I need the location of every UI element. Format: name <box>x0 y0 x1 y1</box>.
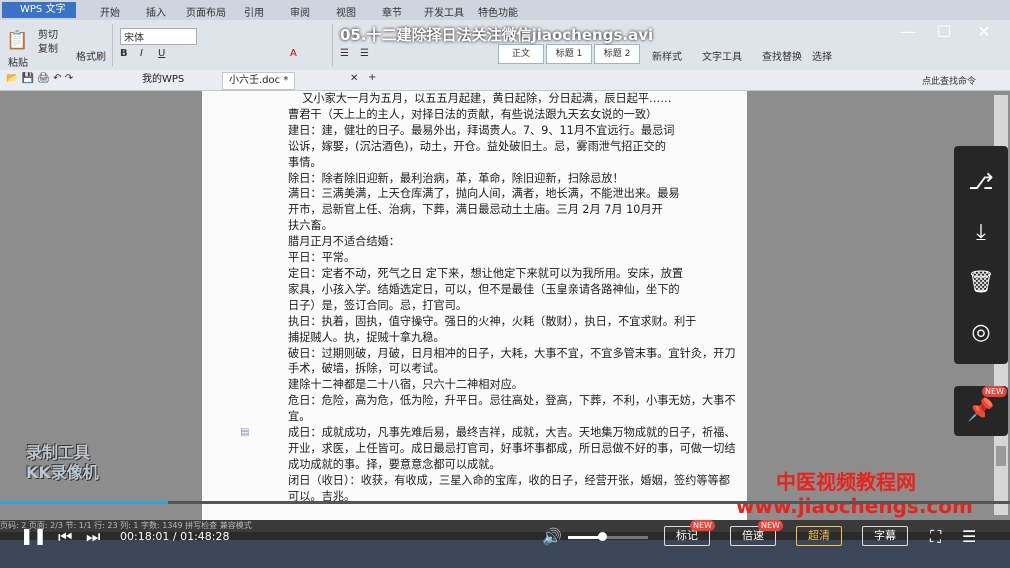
next-icon[interactable]: ⏭ <box>86 527 100 547</box>
align-left-icon[interactable]: ☰ <box>340 48 349 59</box>
document-line: 开市，忌新官上任、治病，下葬，满日最忌动土土庙。三月 2月 7月 10月开 <box>288 203 663 217</box>
menu-bar: WPS 文字 开始 插入 页面布局 引用 审阅 视图 章节 开发工具 特色功能 <box>0 0 1010 20</box>
paste-icon[interactable]: 📋 <box>6 30 28 51</box>
document-line: 闭日（收日）：收获，有收成，三星入命的宝库，收的日子，经营开张，婚姻，签约等等都 <box>288 473 730 487</box>
document-line: 满日：三满美满，上天仓库满了，抛向人间，满者，地长满，不能泄出来。最易 <box>288 187 680 201</box>
download-icon[interactable]: ⤓ <box>954 218 1008 248</box>
document-line: 曹君干（天上上的主人，对择日法的贡献，有些说法跟九天玄女说的一致） <box>288 107 658 121</box>
windows-taskbar <box>0 540 1010 568</box>
document-page[interactable]: 又小家大一月为五月，以五五月起建，黄日起除，分日起满，辰日起平…… 曹君干（天上上… <box>202 91 747 520</box>
document-line: 破日：过期则破，月破，日月相冲的日子，大耗，大事不宜，不宜多管末事。宜针灸，开刀 <box>288 346 736 360</box>
minimize-icon[interactable]: — <box>896 22 920 41</box>
menu-special[interactable]: 特色功能 <box>478 4 518 19</box>
delete-icon[interactable]: 🗑 <box>954 268 1008 298</box>
select-button[interactable]: 选择 <box>812 48 832 63</box>
quality-button[interactable]: 超清 <box>796 526 842 546</box>
paste-button[interactable]: 粘贴 <box>8 54 28 69</box>
italic-button[interactable]: I <box>140 48 143 59</box>
document-line: 事情。 <box>288 155 322 169</box>
volume-fill <box>568 536 602 539</box>
wps-app-button[interactable]: WPS 文字 <box>2 2 76 18</box>
paragraph-marker-icon: ▤ <box>240 427 250 438</box>
new-tab-icon[interactable]: + <box>368 72 376 83</box>
new-style-button[interactable]: 新样式 <box>652 48 682 63</box>
scrollbar-thumb[interactable] <box>996 446 1006 466</box>
menu-layout[interactable]: 页面布局 <box>186 4 226 19</box>
progress-fill[interactable] <box>0 501 168 504</box>
font-name-select[interactable]: 宋体 <box>120 28 197 45</box>
document-line: 定日：定者不动，死气之日 定下来，想让他定下来就可以为我所用。安床，放置 <box>288 266 684 280</box>
subtitle-button[interactable]: 字幕 <box>862 526 908 546</box>
close-icon[interactable]: ✕ <box>972 22 996 41</box>
find-replace-button[interactable]: 查找替换 <box>762 48 802 63</box>
document-line: 除日：除者除旧迎新，最利治病，革，革命，除旧迎新，扫除忌放！ <box>288 171 624 185</box>
menu-chapter[interactable]: 章节 <box>382 4 402 19</box>
playback-time: 00:18:01 / 01:48:28 <box>120 530 230 543</box>
menu-view[interactable]: 视图 <box>336 4 356 19</box>
document-line: 捕捉贼人。执，捉贼十拿九稳。 <box>288 330 445 344</box>
fullscreen-icon[interactable]: ⛶ <box>930 527 941 547</box>
style-heading-1[interactable]: 标题 1 <box>546 44 592 64</box>
share-icon[interactable]: ⎇ <box>954 168 1008 198</box>
ribbon-divider <box>112 24 113 66</box>
document-line: 平日：平常。 <box>288 251 356 265</box>
pause-icon[interactable]: ❚❚ <box>20 526 47 545</box>
tab-my-wps[interactable]: 我的WPS <box>136 72 190 88</box>
playlist-icon[interactable]: ☰ <box>962 527 976 546</box>
ribbon-divider <box>332 24 333 66</box>
document-line: 开业，求医，上任皆可。成日最忌打官司，好事坏事都成，所日忌做不好的事，可做一切结 <box>288 441 736 455</box>
document-text[interactable]: 又小家大一月为五月，以五五月起建，黄日起除，分日起满，辰日起平…… 曹君干（天上上… <box>288 91 736 505</box>
align-center-icon[interactable]: ☰ <box>360 48 369 59</box>
cut-button[interactable]: 剪切 <box>38 26 58 41</box>
target-icon[interactable]: ◎ <box>954 318 1008 348</box>
site-watermark-cn: 中医视频教程网 <box>776 470 916 494</box>
bold-button[interactable]: B <box>120 48 128 59</box>
font-color-icon[interactable]: A <box>290 48 297 59</box>
document-line: 日子）是，签订合同。忌，打官司。 <box>288 298 468 312</box>
recorder-watermark: 录制工具 KK录像机 <box>26 443 99 483</box>
menu-home[interactable]: 开始 <box>100 4 120 19</box>
document-line: 危日：危险，高为危，低为险，升平日。忌往高处，登高，下葬，不利，小事无妨，大事不 <box>288 394 736 408</box>
underline-button[interactable]: U <box>158 48 165 59</box>
volume-icon[interactable]: 🔊 <box>542 527 562 546</box>
new-badge: NEW <box>758 520 783 531</box>
menu-developer[interactable]: 开发工具 <box>424 4 464 19</box>
document-line: 执日：执着，固执，值守操守。强日的火神，火耗（散财），执日，不宜求财。利于 <box>288 314 697 328</box>
document-line: 成日：成就成功，凡事先难后易，最终吉祥，成就，大吉。天地集万物成就的日子，祈福、 <box>288 426 736 440</box>
menu-insert[interactable]: 插入 <box>146 4 166 19</box>
video-title: 05.十二建除择日法关注微信jiaochengs.avi <box>340 26 654 44</box>
document-line: 家具，小孩入学。结婚选定日，可以，但不是最佳（玉皇亲请各路神仙，坐下的 <box>288 282 680 296</box>
document-tab-row: 📂 💾 🖨 ↶ ↷ 我的WPS 小六壬.doc * ✕ + 点此查找命令 <box>0 70 1010 91</box>
document-line: 又小家大一月为五月，以五五月起建，黄日起除，分日起满，辰日起平…… <box>288 92 672 105</box>
document-line: 成功成就的事。择，要意意念都可以成就。 <box>288 457 501 471</box>
document-line: 宜。 <box>288 410 311 424</box>
style-heading-2[interactable]: 标题 2 <box>594 44 640 64</box>
document-line: 建除十二神都是二十八宿，只六十二神相对应。 <box>288 378 523 392</box>
new-badge: NEW <box>982 386 1007 397</box>
tab-document[interactable]: 小六壬.doc * <box>222 72 296 90</box>
document-line: 建日：建，健壮的日子。最易外出，拜谒贵人。7、9、11月不宜远行。最忌词 <box>288 123 675 137</box>
document-line: 讼诉，嫁娶，(沉沽酒色)，动土，开仓。益处破旧土。忌，雾雨泄气招正交的 <box>288 139 666 153</box>
menu-references[interactable]: 引用 <box>244 4 264 19</box>
document-line: 手术，破墙，拆除，可以考试。 <box>288 362 445 376</box>
document-line: 腊月正月不适合结婚： <box>288 235 400 249</box>
menu-review[interactable]: 审阅 <box>290 4 310 19</box>
document-canvas: 又小家大一月为五月，以五五月起建，黄日起除，分日起满，辰日起平…… 曹君干（天上上… <box>0 91 1010 520</box>
quick-access-icons[interactable]: 📂 💾 🖨 ↶ ↷ <box>6 73 73 84</box>
site-watermark-url: www.jiaochengs.com <box>736 494 973 518</box>
style-normal[interactable]: 正文 <box>498 44 544 64</box>
close-tab-icon[interactable]: ✕ <box>350 73 358 84</box>
maximize-icon[interactable]: ☐ <box>932 22 956 41</box>
new-badge: NEW <box>690 520 715 531</box>
pin-icon[interactable]: 📌 <box>954 396 1008 426</box>
copy-button[interactable]: 复制 <box>38 40 58 55</box>
recorder-watermark-line1: 录制工具 <box>26 443 91 462</box>
previous-icon[interactable]: ⏮ <box>58 527 72 547</box>
text-tools-button[interactable]: 文字工具 <box>702 48 742 63</box>
command-search[interactable]: 点此查找命令 <box>922 74 976 87</box>
document-line: 扶六畜。 <box>288 219 333 233</box>
volume-knob[interactable] <box>597 532 607 541</box>
recorder-watermark-line2: KK录像机 <box>26 463 99 482</box>
format-painter-button[interactable]: 格式刷 <box>76 48 106 63</box>
